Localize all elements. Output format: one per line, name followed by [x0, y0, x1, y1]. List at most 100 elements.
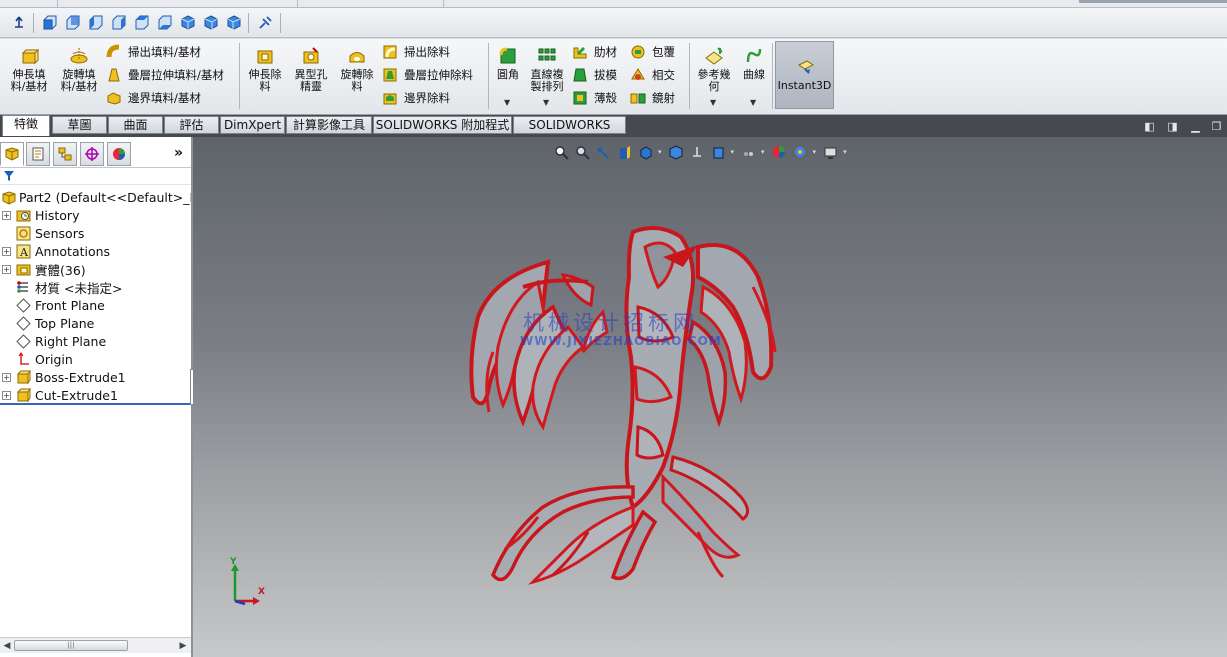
- reference-geometry-dropdown-icon[interactable]: ▼: [710, 98, 716, 107]
- swept-boss-label: 掃出填料/基材: [128, 45, 201, 59]
- group-separator: [772, 43, 773, 109]
- tree-item[interactable]: + 實體(36): [0, 260, 86, 278]
- boundary-boss-button[interactable]: 邊界填料/基材: [106, 89, 201, 107]
- rib-button[interactable]: 肋材: [572, 43, 617, 61]
- tab-surfaces[interactable]: 曲面: [108, 116, 163, 134]
- group-separator: [488, 43, 489, 109]
- filter-icon[interactable]: [3, 170, 15, 185]
- hole-wizard-label: 異型孔 精靈: [294, 68, 328, 93]
- toolbar-separator: [248, 13, 249, 33]
- extruded-boss-button[interactable]: 伸長填 料/基材: [8, 45, 50, 93]
- feature-manager-tab-icon[interactable]: [0, 142, 24, 166]
- intersect-button[interactable]: 相交: [630, 66, 675, 84]
- scroll-right-icon[interactable]: ▶: [177, 640, 189, 652]
- hole-wizard-button[interactable]: 異型孔 精靈: [290, 45, 332, 93]
- graphics-viewport[interactable]: ▾ ▾ ▾ ▾ ▾ 机械设计招标网 WWW.JIXIEZHAOBIAO.COM …: [193, 137, 1227, 657]
- expand-toggle-icon[interactable]: +: [2, 264, 11, 274]
- material-icon: [15, 279, 31, 295]
- tree-item-top-plane[interactable]: Top Plane: [0, 314, 94, 332]
- command-manager: 伸長填 料/基材 旋轉填 料/基材 掃出填料/基材 疊層拉伸填料/基材 邊界填料…: [0, 39, 1227, 115]
- tree-item-label: Origin: [35, 351, 73, 367]
- extruded-cut-label: 伸長除 料: [248, 68, 282, 93]
- back-view-icon[interactable]: [63, 13, 83, 33]
- tree-item[interactable]: 材質 <未指定>: [0, 278, 122, 296]
- tree-item-history[interactable]: + History: [0, 206, 79, 224]
- watermark-text: 机械设计招标网: [523, 311, 698, 335]
- pattern-dropdown-icon[interactable]: ▼: [543, 98, 549, 107]
- plane-icon: [15, 333, 31, 349]
- tree-item-front-plane[interactable]: Front Plane: [0, 296, 105, 314]
- isometric-view-icon[interactable]: [178, 13, 198, 33]
- shell-button[interactable]: 薄殼: [572, 89, 617, 107]
- fillet-button[interactable]: 圓角: [494, 45, 522, 81]
- boundary-cut-button[interactable]: 邊界除料: [382, 89, 450, 107]
- expand-toggle-icon[interactable]: +: [2, 210, 11, 220]
- reference-geometry-button[interactable]: 參考幾 何: [694, 45, 734, 93]
- tree-item-label: Front Plane: [35, 297, 105, 313]
- expand-toggle-icon[interactable]: +: [2, 390, 11, 400]
- wrap-button[interactable]: 包覆: [630, 43, 675, 61]
- scroll-left-icon[interactable]: ◀: [1, 640, 13, 652]
- tree-item-boss-extrude1[interactable]: + Boss-Extrude1: [0, 368, 126, 386]
- restore-icon[interactable]: ❐: [1210, 121, 1223, 132]
- tab-sketch[interactable]: 草圖: [52, 116, 107, 134]
- swept-boss-button[interactable]: 掃出填料/基材: [106, 43, 201, 61]
- extruded-cut-button[interactable]: 伸長除 料: [245, 45, 285, 93]
- linear-pattern-button[interactable]: 直線複 製排列: [528, 45, 566, 93]
- property-manager-tab-icon[interactable]: [26, 142, 50, 166]
- bottom-view-icon[interactable]: [155, 13, 175, 33]
- lofted-boss-icon: [106, 67, 122, 83]
- tab-features[interactable]: 特徵: [2, 115, 50, 136]
- shell-icon: [572, 90, 588, 106]
- dimetric-view-icon[interactable]: [224, 13, 244, 33]
- instant3d-label: Instant3D: [777, 78, 832, 92]
- trimetric-view-icon[interactable]: [201, 13, 221, 33]
- dimxpert-manager-tab-icon[interactable]: [80, 142, 104, 166]
- phoenix-3d-model[interactable]: [193, 137, 1227, 657]
- tile-left-icon[interactable]: ◧: [1143, 121, 1156, 132]
- curves-dropdown-icon[interactable]: ▼: [750, 98, 756, 107]
- reference-geometry-icon: [703, 45, 725, 67]
- tab-evaluate[interactable]: 評估: [164, 116, 219, 134]
- tab-dimxpert[interactable]: DimXpert: [220, 116, 285, 134]
- extruded-boss-icon: [18, 45, 40, 67]
- horizontal-scrollbar[interactable]: ◀ ||| ▶: [0, 637, 191, 653]
- tree-item-sensors[interactable]: Sensors: [0, 224, 84, 242]
- tree-root-part[interactable]: Part2 (Default<<Default>_Disp: [0, 188, 191, 206]
- right-view-icon[interactable]: [109, 13, 129, 33]
- normal-to-icon[interactable]: [9, 13, 29, 33]
- fillet-dropdown-icon[interactable]: ▼: [504, 98, 510, 107]
- instant3d-button[interactable]: Instant3D: [775, 41, 834, 109]
- tab-render-tools[interactable]: 計算影像工具: [286, 116, 372, 134]
- lofted-cut-button[interactable]: 疊層拉伸除料: [382, 66, 473, 84]
- scroll-thumb[interactable]: |||: [14, 640, 128, 651]
- tree-item-origin[interactable]: Origin: [0, 350, 73, 368]
- rollback-bar[interactable]: [0, 403, 196, 405]
- revolved-boss-label: 旋轉填 料/基材: [60, 68, 98, 93]
- tree-item-right-plane[interactable]: Right Plane: [0, 332, 106, 350]
- curves-button[interactable]: 曲線: [740, 45, 768, 81]
- configuration-manager-tab-icon[interactable]: [53, 142, 77, 166]
- tab-solidworks-mbd[interactable]: SOLIDWORKS MBD: [513, 116, 626, 149]
- mirror-button[interactable]: 鏡射: [630, 89, 675, 107]
- swept-cut-button[interactable]: 掃出除料: [382, 43, 450, 61]
- revolved-cut-button[interactable]: 旋轉除 料: [337, 45, 377, 93]
- front-view-icon[interactable]: [40, 13, 60, 33]
- tile-right-icon[interactable]: ◨: [1166, 121, 1179, 132]
- tree-item-cut-extrude1[interactable]: + Cut-Extrude1: [0, 386, 118, 404]
- draft-button[interactable]: 拔模: [572, 66, 617, 84]
- revolved-boss-button[interactable]: 旋轉填 料/基材: [58, 45, 100, 93]
- left-view-icon[interactable]: [86, 13, 106, 33]
- feature-manager-panel: » Part2 (Default<<Default>_Disp + History…: [0, 137, 199, 657]
- tree-item-annotations[interactable]: + A Annotations: [0, 242, 110, 260]
- revolved-boss-icon: [68, 45, 90, 67]
- lofted-boss-button[interactable]: 疊層拉伸填料/基材: [106, 66, 224, 84]
- link-view-icon[interactable]: [255, 13, 275, 33]
- expand-panel-icon[interactable]: »: [174, 145, 183, 161]
- tab-solidworks-addins[interactable]: SOLIDWORKS 附加程式: [373, 116, 512, 134]
- top-view-icon[interactable]: [132, 13, 152, 33]
- minimize-icon[interactable]: ▁: [1189, 121, 1202, 132]
- expand-toggle-icon[interactable]: +: [2, 246, 11, 256]
- display-manager-tab-icon[interactable]: [107, 142, 131, 166]
- expand-toggle-icon[interactable]: +: [2, 372, 11, 382]
